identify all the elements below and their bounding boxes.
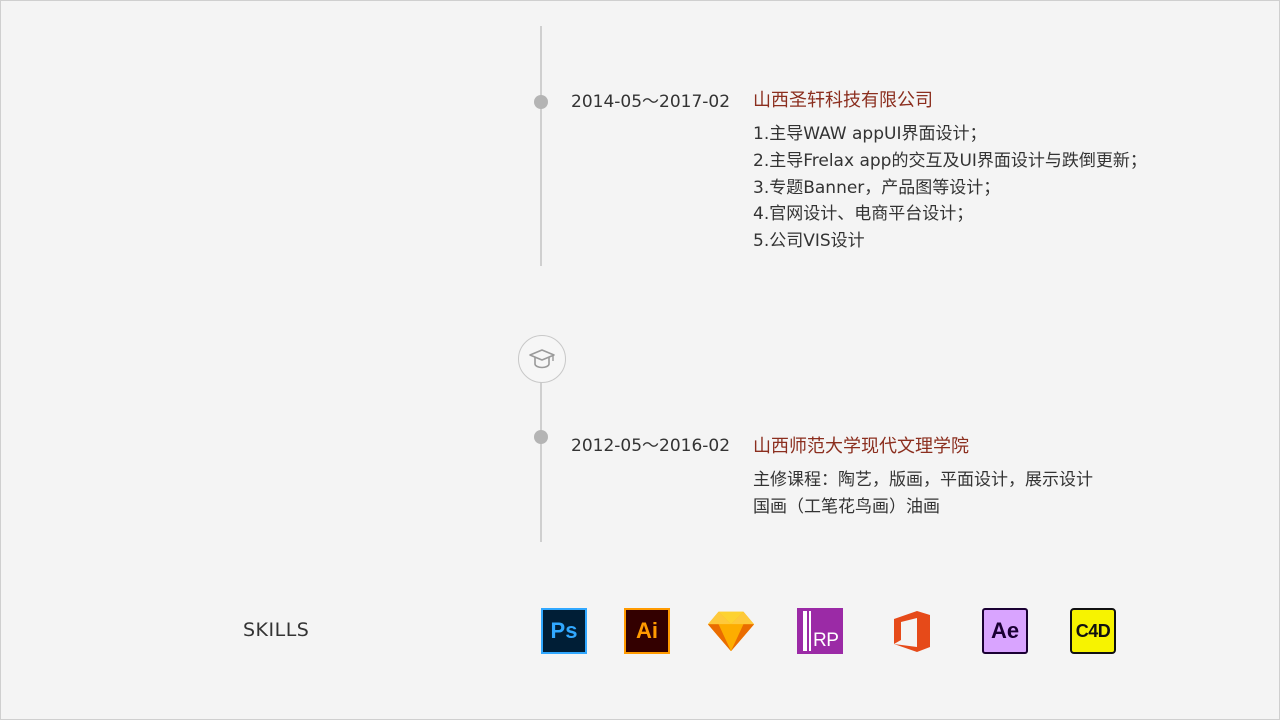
photoshop-icon: Ps xyxy=(540,607,588,655)
axure-label: RP xyxy=(813,630,839,651)
office-icon xyxy=(888,607,936,655)
course-line: 国画（工笔花鸟画）油画 xyxy=(753,496,940,517)
duty-item: 5.公司VIS设计 xyxy=(753,231,865,252)
cinema4d-icon: C4D xyxy=(1069,607,1117,655)
work-duties: 1.主导WAW appUI界面设计； 2.主导Frelax app的交互及UI界… xyxy=(753,121,1147,255)
course-line: 主修课程：陶艺，版画，平面设计，展示设计 xyxy=(753,470,1093,490)
cinema4d-label: C4D xyxy=(1070,608,1116,654)
skills-title: SKILLS xyxy=(243,619,310,641)
sketch-icon xyxy=(707,607,755,655)
graduation-cap-icon xyxy=(518,335,566,383)
axure-rp-icon: RP xyxy=(796,607,844,655)
duty-item: 3.专题Banner，产品图等设计； xyxy=(753,177,1001,198)
timeline-line-education xyxy=(540,382,542,542)
after-effects-icon: Ae xyxy=(981,607,1029,655)
timeline-dot-education xyxy=(534,430,548,444)
work-company: 山西圣轩科技有限公司 xyxy=(753,90,933,111)
education-school: 山西师范大学现代文理学院 xyxy=(753,436,969,457)
duty-item: 1.主导WAW appUI界面设计； xyxy=(753,124,987,144)
after-effects-label: Ae xyxy=(982,608,1028,654)
timeline-line-work xyxy=(540,26,542,266)
photoshop-label: Ps xyxy=(541,608,587,654)
illustrator-icon: Ai xyxy=(623,607,671,655)
education-courses: 主修课程：陶艺，版画，平面设计，展示设计 国画（工笔花鸟画）油画 xyxy=(753,467,1093,521)
illustrator-label: Ai xyxy=(624,608,670,654)
education-date: 2012-05～2016-02 xyxy=(571,436,731,456)
timeline-dot-work xyxy=(534,95,548,109)
duty-item: 2.主导Frelax app的交互及UI界面设计与跌倒更新； xyxy=(753,150,1147,171)
work-date: 2014-05～2017-02 xyxy=(571,92,731,112)
duty-item: 4.官网设计、电商平台设计； xyxy=(753,204,974,225)
